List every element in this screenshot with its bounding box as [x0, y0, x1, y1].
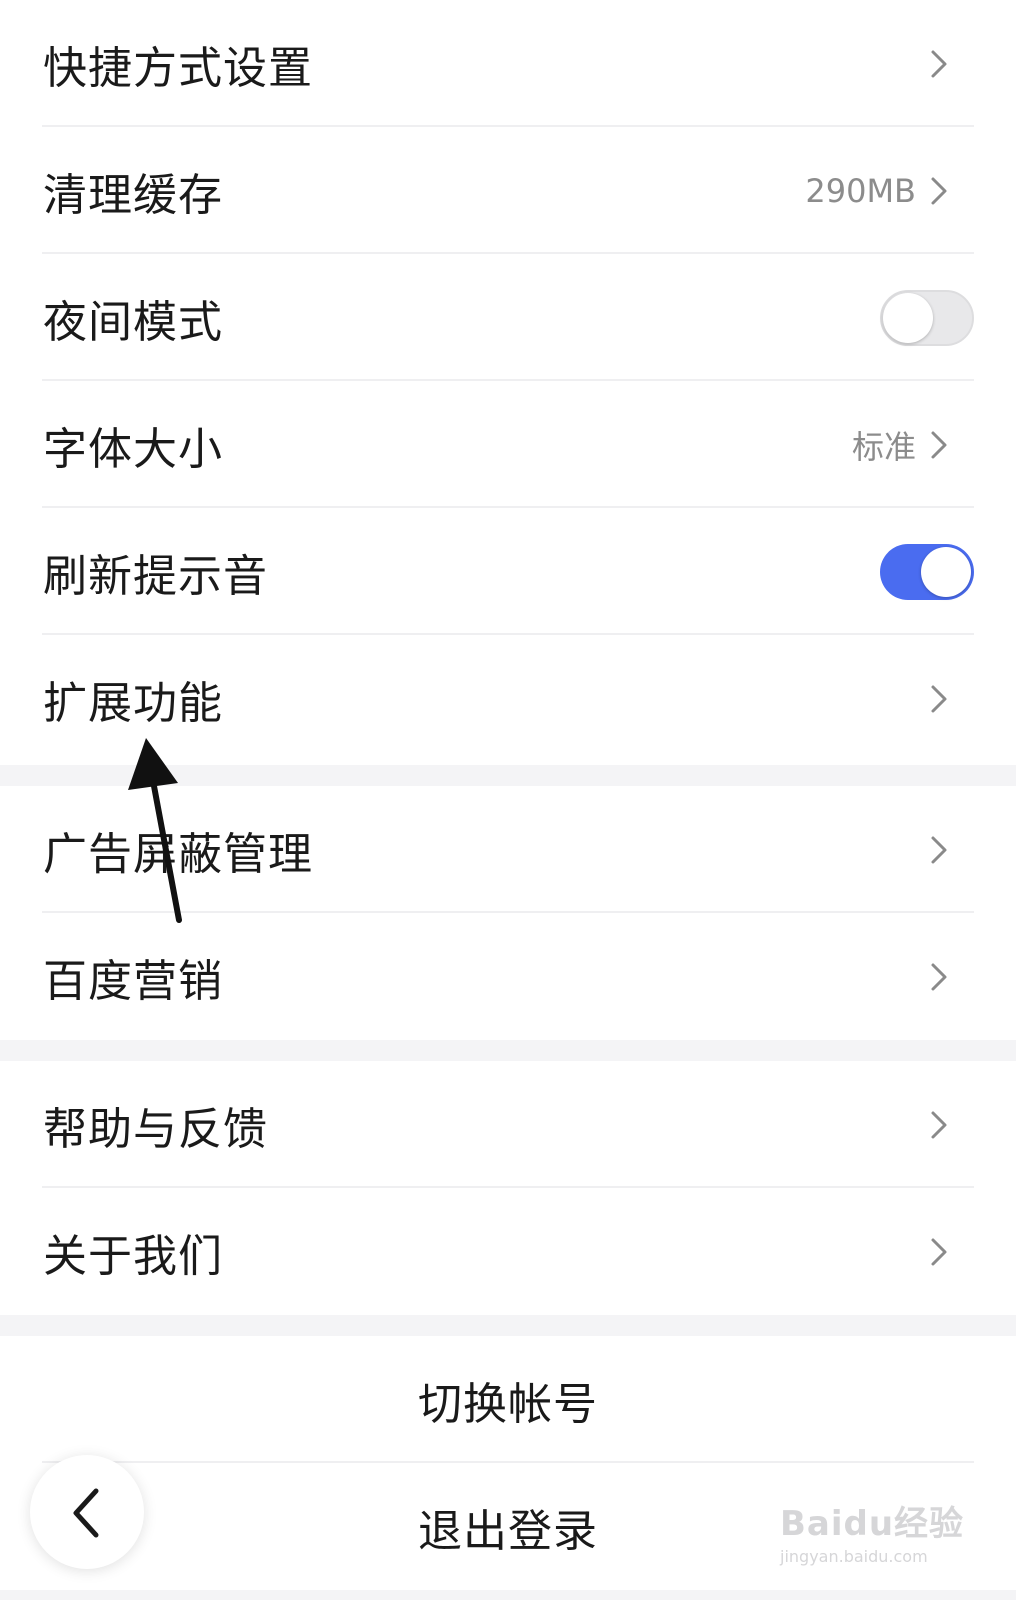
watermark-main: Baidu经验: [780, 1504, 965, 1544]
settings-row-ad-block[interactable]: 广告屏蔽管理: [0, 786, 1016, 913]
baidu-watermark: Baidu经验 jingyan.baidu.com: [780, 1496, 980, 1566]
row-label: 广告屏蔽管理: [43, 828, 313, 880]
cache-size-value: 290MB: [805, 171, 916, 210]
chevron-right-icon: [931, 685, 947, 712]
chevron-right-icon: [931, 50, 947, 77]
chevron-right-icon: [931, 836, 947, 863]
switch-account-button[interactable]: 切换帐号: [0, 1336, 1016, 1463]
refresh-sound-toggle[interactable]: [880, 543, 974, 600]
settings-row-shortcuts[interactable]: 快捷方式设置: [0, 0, 1016, 127]
settings-row-extensions[interactable]: 扩展功能: [0, 635, 1016, 762]
row-label: 百度营销: [43, 955, 223, 1007]
row-label: 字体大小: [43, 423, 223, 475]
row-label: 夜间模式: [43, 296, 223, 348]
chevron-right-icon: [931, 431, 947, 458]
row-label: 刷新提示音: [43, 550, 268, 602]
chevron-right-icon: [931, 963, 947, 990]
chevron-right-icon: [931, 1238, 947, 1265]
row-label: 扩展功能: [43, 677, 223, 729]
settings-group-general: 快捷方式设置 清理缓存 290MB 夜间模式 字体大小 标准 刷新提示音 扩展功…: [0, 0, 1016, 765]
chevron-left-icon: [73, 1488, 99, 1538]
settings-row-night-mode: 夜间模式: [0, 254, 1016, 381]
settings-row-clear-cache[interactable]: 清理缓存 290MB: [0, 127, 1016, 254]
night-mode-toggle[interactable]: [880, 289, 974, 346]
row-label: 关于我们: [43, 1230, 223, 1282]
settings-row-about-us[interactable]: 关于我们: [0, 1188, 1016, 1315]
chevron-right-icon: [931, 177, 947, 204]
settings-row-refresh-sound: 刷新提示音: [0, 508, 1016, 635]
settings-group-help: 帮助与反馈 关于我们: [0, 1061, 1016, 1315]
settings-row-help-feedback[interactable]: 帮助与反馈: [0, 1061, 1016, 1188]
row-label: 快捷方式设置: [43, 42, 313, 94]
settings-row-baidu-marketing[interactable]: 百度营销: [0, 913, 1016, 1040]
row-label: 帮助与反馈: [43, 1103, 268, 1155]
row-label: 切换帐号: [418, 1378, 598, 1430]
toggle-knob: [921, 546, 971, 597]
watermark-sub: jingyan.baidu.com: [780, 1547, 928, 1566]
chevron-right-icon: [931, 1111, 947, 1138]
settings-row-font-size[interactable]: 字体大小 标准: [0, 381, 1016, 508]
font-size-value: 标准: [851, 427, 916, 466]
back-button[interactable]: [30, 1455, 144, 1569]
settings-group-ads: 广告屏蔽管理 百度营销: [0, 786, 1016, 1040]
toggle-knob: [883, 292, 933, 343]
row-label: 清理缓存: [43, 169, 223, 221]
